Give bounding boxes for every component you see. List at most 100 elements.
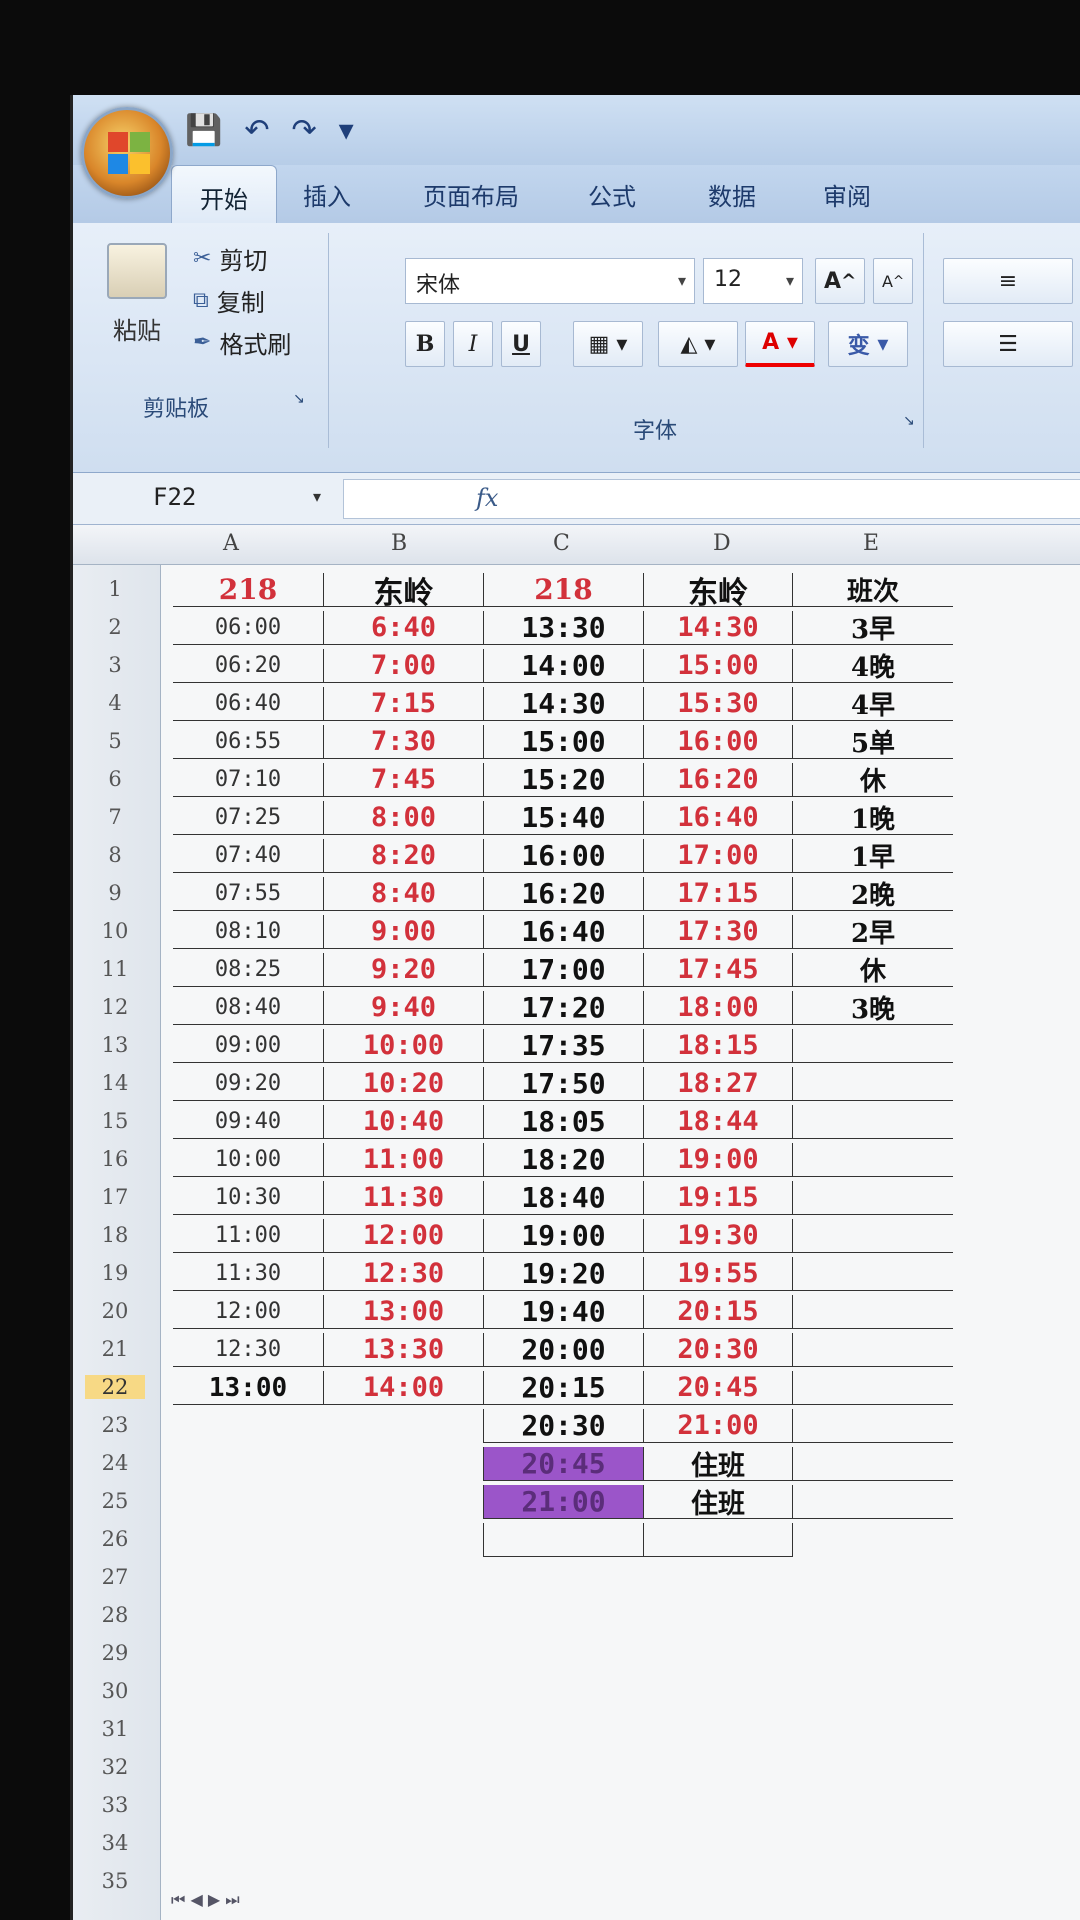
cell-c9[interactable]: 16:20 xyxy=(483,877,643,911)
fill-color-icon[interactable]: ◭ ▾ xyxy=(658,321,738,367)
cell-a3[interactable]: 06:20 xyxy=(173,649,323,683)
cell-c17[interactable]: 18:40 xyxy=(483,1181,643,1215)
cell-e25[interactable] xyxy=(793,1485,953,1519)
cell-c21[interactable]: 20:00 xyxy=(483,1333,643,1367)
cell-c13[interactable]: 17:35 xyxy=(483,1029,643,1063)
cell-a21[interactable]: 12:30 xyxy=(173,1333,323,1367)
row-header[interactable]: 16 xyxy=(85,1147,145,1171)
row-header[interactable]: 28 xyxy=(85,1603,145,1627)
row-header[interactable]: 10 xyxy=(85,919,145,943)
row-header[interactable]: 5 xyxy=(85,729,145,753)
row-header[interactable]: 23 xyxy=(85,1413,145,1437)
cell-b19[interactable]: 12:30 xyxy=(323,1257,483,1291)
cell-a7[interactable]: 07:25 xyxy=(173,801,323,835)
row-header[interactable]: 35 xyxy=(85,1869,145,1893)
column-header-d[interactable]: D xyxy=(713,531,731,556)
cell-e10[interactable]: 2早 xyxy=(793,915,953,949)
cell-c25[interactable]: 21:00 xyxy=(483,1485,643,1519)
cell-e14[interactable] xyxy=(793,1067,953,1101)
cell-c4[interactable]: 14:30 xyxy=(483,687,643,721)
cell-c22[interactable]: 20:15 xyxy=(483,1371,643,1405)
cell-e5[interactable]: 5单 xyxy=(793,725,953,759)
cell-c11[interactable]: 17:00 xyxy=(483,953,643,987)
cell-e19[interactable] xyxy=(793,1257,953,1291)
cell-d9[interactable]: 17:15 xyxy=(643,877,793,911)
cell-c1[interactable]: 218 xyxy=(483,573,643,607)
cell-d13[interactable]: 18:15 xyxy=(643,1029,793,1063)
row-header[interactable]: 17 xyxy=(85,1185,145,1209)
cell-e1[interactable]: 班次 xyxy=(793,573,953,607)
cell-b16[interactable]: 11:00 xyxy=(323,1143,483,1177)
cell-e12[interactable]: 3晚 xyxy=(793,991,953,1025)
cell-e26[interactable] xyxy=(793,1523,953,1557)
row-header[interactable]: 2 xyxy=(85,615,145,639)
row-header[interactable]: 25 xyxy=(85,1489,145,1513)
cell-b15[interactable]: 10:40 xyxy=(323,1105,483,1139)
cell-a10[interactable]: 08:10 xyxy=(173,915,323,949)
column-header-e[interactable]: E xyxy=(863,531,879,556)
row-header[interactable]: 6 xyxy=(85,767,145,791)
formula-input[interactable]: fx xyxy=(343,479,1080,519)
cell-b14[interactable]: 10:20 xyxy=(323,1067,483,1101)
phonetic-button[interactable]: 变 ▾ xyxy=(828,321,908,367)
cell-b11[interactable]: 9:20 xyxy=(323,953,483,987)
cell-e9[interactable]: 2晚 xyxy=(793,877,953,911)
cell-a18[interactable]: 11:00 xyxy=(173,1219,323,1253)
cell-a17[interactable]: 10:30 xyxy=(173,1181,323,1215)
cell-c8[interactable]: 16:00 xyxy=(483,839,643,873)
cell-e6[interactable]: 休 xyxy=(793,763,953,797)
cell-b4[interactable]: 7:15 xyxy=(323,687,483,721)
redo-icon[interactable]: ↷ xyxy=(292,113,317,148)
cell-b10[interactable]: 9:00 xyxy=(323,915,483,949)
cell-e4[interactable]: 4早 xyxy=(793,687,953,721)
cell-e16[interactable] xyxy=(793,1143,953,1177)
align-left-icon[interactable]: ☰ xyxy=(943,321,1073,367)
cell-c6[interactable]: 15:20 xyxy=(483,763,643,797)
cell-e23[interactable] xyxy=(793,1409,953,1443)
row-header[interactable]: 24 xyxy=(85,1451,145,1475)
row-header[interactable]: 4 xyxy=(85,691,145,715)
tab-insert[interactable]: 插入 xyxy=(303,177,351,212)
column-header-c[interactable]: C xyxy=(553,531,570,556)
paste-button[interactable]: 粘贴 xyxy=(97,243,177,363)
cell-a12[interactable]: 08:40 xyxy=(173,991,323,1025)
cell-d6[interactable]: 16:20 xyxy=(643,763,793,797)
dialog-launcher-icon[interactable]: ↘ xyxy=(903,413,915,429)
row-header[interactable]: 22 xyxy=(85,1375,145,1399)
row-header[interactable]: 19 xyxy=(85,1261,145,1285)
cell-e13[interactable] xyxy=(793,1029,953,1063)
row-header[interactable]: 21 xyxy=(85,1337,145,1361)
cell-d15[interactable]: 18:44 xyxy=(643,1105,793,1139)
cell-c7[interactable]: 15:40 xyxy=(483,801,643,835)
font-color-button[interactable]: A ▾ xyxy=(745,321,815,367)
cell-c14[interactable]: 17:50 xyxy=(483,1067,643,1101)
cell-c26[interactable] xyxy=(483,1523,643,1557)
cell-c16[interactable]: 18:20 xyxy=(483,1143,643,1177)
cell-d3[interactable]: 15:00 xyxy=(643,649,793,683)
row-header[interactable]: 31 xyxy=(85,1717,145,1741)
cell-d10[interactable]: 17:30 xyxy=(643,915,793,949)
cell-b24[interactable] xyxy=(323,1447,483,1481)
font-size-select[interactable]: 12 ▾ xyxy=(703,258,803,304)
row-header[interactable]: 8 xyxy=(85,843,145,867)
cell-b12[interactable]: 9:40 xyxy=(323,991,483,1025)
cell-c12[interactable]: 17:20 xyxy=(483,991,643,1025)
cell-a19[interactable]: 11:30 xyxy=(173,1257,323,1291)
cell-d23[interactable]: 21:00 xyxy=(643,1409,793,1443)
cell-e8[interactable]: 1早 xyxy=(793,839,953,873)
cell-b13[interactable]: 10:00 xyxy=(323,1029,483,1063)
row-header[interactable]: 32 xyxy=(85,1755,145,1779)
cell-e21[interactable] xyxy=(793,1333,953,1367)
cell-e11[interactable]: 休 xyxy=(793,953,953,987)
cell-e17[interactable] xyxy=(793,1181,953,1215)
cell-c10[interactable]: 16:40 xyxy=(483,915,643,949)
tab-review[interactable]: 审阅 xyxy=(823,177,871,212)
row-header[interactable]: 12 xyxy=(85,995,145,1019)
dialog-launcher-icon[interactable]: ↘ xyxy=(293,391,305,407)
cell-d2[interactable]: 14:30 xyxy=(643,611,793,645)
underline-button[interactable]: U xyxy=(501,321,541,367)
cell-d14[interactable]: 18:27 xyxy=(643,1067,793,1101)
cell-d5[interactable]: 16:00 xyxy=(643,725,793,759)
cell-a15[interactable]: 09:40 xyxy=(173,1105,323,1139)
cell-a20[interactable]: 12:00 xyxy=(173,1295,323,1329)
